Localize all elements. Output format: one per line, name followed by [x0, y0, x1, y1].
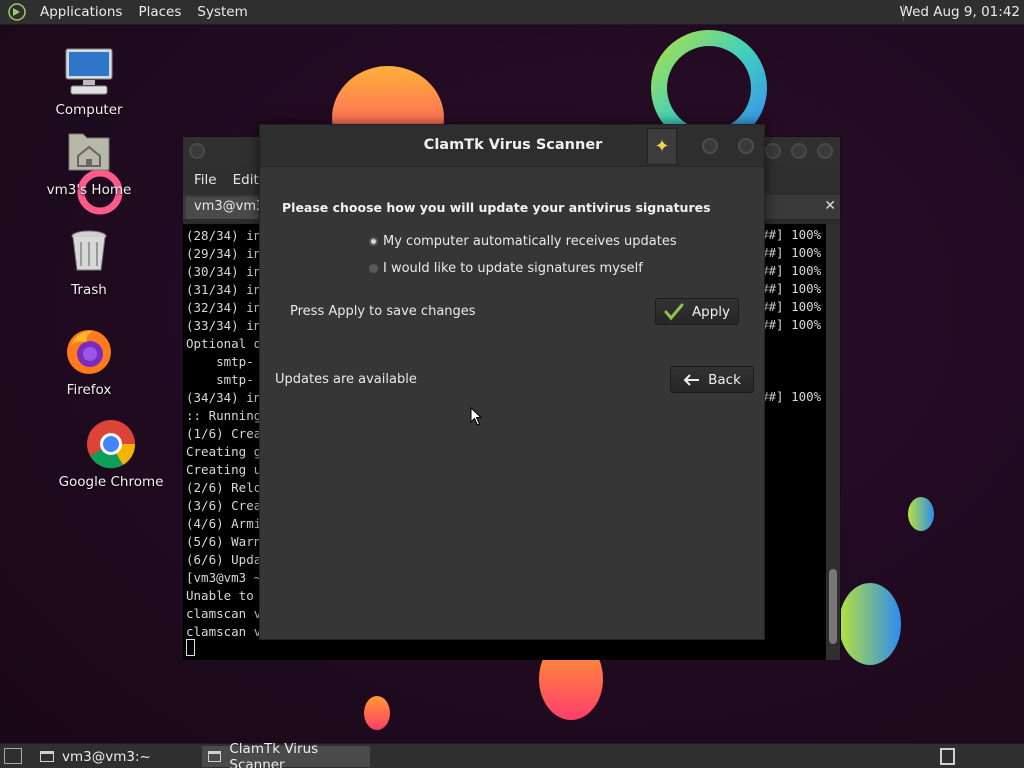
- desktop-icon-label: Firefox: [66, 382, 112, 398]
- desktop-icon-trash[interactable]: Trash: [34, 226, 144, 298]
- firefox-icon: [63, 326, 115, 378]
- radio-unselected-icon[interactable]: [369, 264, 378, 273]
- menu-edit[interactable]: Edit: [233, 172, 259, 188]
- update-heading: Please choose how you will update your a…: [282, 200, 711, 215]
- desktop-icon-label: Google Chrome: [58, 474, 164, 490]
- clock[interactable]: Wed Aug 9, 01:42: [900, 4, 1020, 20]
- press-apply-text: Press Apply to save changes: [290, 304, 476, 319]
- task-clamtk[interactable]: ClamTk Virus Scanner: [202, 741, 370, 768]
- task-terminal[interactable]: vm3@vm3:~: [34, 746, 199, 767]
- terminal-progress-row: ##] 100%: [761, 317, 822, 332]
- radio-label: I would like to update signatures myself: [383, 261, 643, 276]
- dialog-title: ClamTk Virus Scanner: [423, 137, 603, 153]
- desktop-icon-label: Computer: [55, 102, 123, 118]
- clamtk-window-icon: [208, 751, 222, 762]
- computer-icon: [63, 46, 115, 98]
- menu-places[interactable]: Places: [130, 4, 189, 20]
- terminal-tab[interactable]: vm3@vm3: [186, 197, 264, 219]
- chrome-icon: [85, 418, 137, 470]
- apply-button[interactable]: Apply: [655, 298, 739, 325]
- terminal-progress-row: ##] 100%: [761, 299, 822, 314]
- terminal-window-icon: [40, 751, 54, 762]
- desktop-icon-home[interactable]: vm3's Home: [34, 126, 144, 198]
- desktop-icon-firefox[interactable]: Firefox: [34, 326, 144, 398]
- mouse-pointer-icon: [470, 407, 483, 426]
- maximize-icon[interactable]: [791, 143, 807, 159]
- terminal-progress-row: ##] 100%: [761, 389, 822, 404]
- close-icon[interactable]: [817, 143, 833, 159]
- terminal-cursor: [186, 639, 195, 656]
- back-button[interactable]: Back: [670, 366, 754, 393]
- desktop-icon-chrome[interactable]: Google Chrome: [56, 418, 166, 490]
- task-label: vm3@vm3:~: [62, 748, 151, 765]
- scrollbar-thumb[interactable]: [829, 569, 837, 644]
- apply-label: Apply: [691, 303, 731, 320]
- back-label: Back: [708, 371, 741, 388]
- top-panel: Applications Places System Wed Aug 9, 01…: [0, 0, 1024, 25]
- menu-system[interactable]: System: [189, 4, 255, 20]
- status-text: Updates are available: [275, 372, 417, 387]
- star-icon[interactable]: ✦: [647, 128, 677, 165]
- window-menu-icon[interactable]: [189, 143, 205, 159]
- clamtk-dialog[interactable]: ClamTk Virus Scanner ✦ Please choose how…: [259, 124, 765, 640]
- menu-file[interactable]: File: [194, 172, 217, 188]
- checkmark-icon: [664, 303, 684, 320]
- terminal-progress-row: ##] 100%: [761, 245, 822, 260]
- desktop-icon-label: vm3's Home: [46, 182, 132, 198]
- close-icon[interactable]: [738, 138, 754, 154]
- distro-logo-icon[interactable]: [8, 3, 26, 21]
- minimize-icon[interactable]: [765, 143, 781, 159]
- radio-auto-updates[interactable]: My computer automatically receives updat…: [369, 234, 677, 249]
- show-desktop-icon[interactable]: [4, 748, 22, 764]
- desktop-icon-computer[interactable]: Computer: [34, 46, 144, 118]
- dialog-titlebar[interactable]: ClamTk Virus Scanner ✦: [260, 125, 764, 167]
- terminal-progress-row: ##] 100%: [761, 263, 822, 278]
- terminal-progress-row: ##] 100%: [761, 281, 822, 296]
- radio-selected-icon[interactable]: [369, 237, 378, 246]
- radio-manual-updates[interactable]: I would like to update signatures myself: [369, 261, 643, 276]
- terminal-progress-row: ##] 100%: [761, 227, 822, 242]
- radio-label: My computer automatically receives updat…: [383, 234, 677, 249]
- terminal-scrollbar[interactable]: [826, 224, 840, 660]
- desktop-icon-label: Trash: [71, 282, 107, 298]
- tab-close-icon[interactable]: ✕: [824, 198, 836, 214]
- bottom-panel: vm3@vm3:~ ClamTk Virus Scanner: [0, 741, 1024, 768]
- trash-icon: [63, 226, 115, 278]
- task-label: ClamTk Virus Scanner: [229, 740, 319, 768]
- menu-applications[interactable]: Applications: [32, 4, 130, 20]
- back-arrow-icon: [683, 373, 700, 386]
- workspace-switcher[interactable]: [940, 748, 955, 765]
- minimize-icon[interactable]: [702, 138, 718, 154]
- home-folder-icon: [63, 126, 115, 178]
